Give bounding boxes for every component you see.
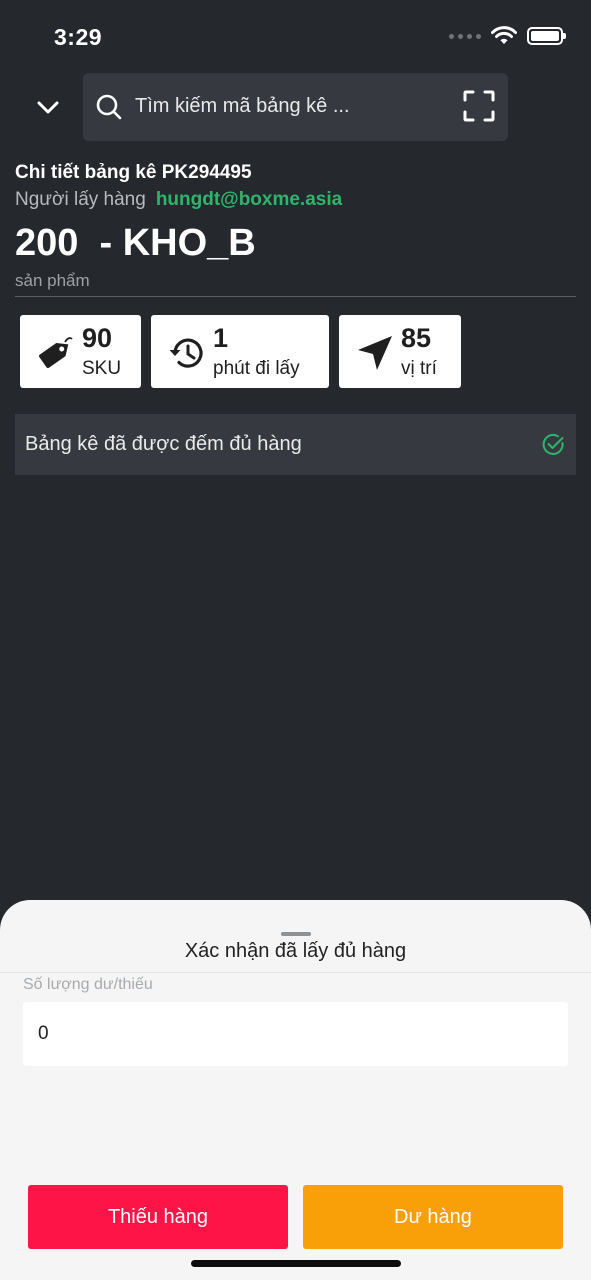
quantity-label: Số lượng dư/thiếu (23, 976, 153, 993)
history-clock-icon (169, 338, 203, 368)
product-count: 200 (15, 222, 79, 264)
navigation-arrow-icon (358, 336, 392, 370)
wifi-icon (491, 26, 517, 44)
price-tag-icon (38, 337, 73, 369)
short-button[interactable]: Thiếu hàng (28, 1185, 288, 1249)
stat-card-location: 85 vị trí (339, 315, 461, 388)
search-placeholder: Tìm kiếm mã bảng kê ... (135, 95, 350, 117)
cellular-signal-icon (449, 33, 481, 39)
confirm-bottom-sheet: Xác nhận đã lấy đủ hàng Số lượng dư/thiế… (0, 900, 591, 1280)
status-icons (449, 26, 566, 46)
warehouse-code: - KHO_B (78, 222, 256, 264)
sheet-drag-handle[interactable] (281, 932, 311, 936)
stat-value: 90 (82, 323, 113, 353)
picker-row: Người lấy hàng hungdt@boxme.asia (15, 189, 342, 211)
count-unit: sản phẩm (15, 271, 90, 290)
home-indicator (191, 1260, 401, 1267)
battery-icon (527, 27, 566, 45)
divider (15, 296, 576, 297)
search-icon (96, 94, 122, 120)
page-title: Chi tiết bảng kê PK294495 (15, 162, 252, 183)
stat-value: 85 (401, 323, 432, 353)
picker-email: hungdt@boxme.asia (155, 189, 343, 210)
collapse-button[interactable] (28, 88, 68, 128)
stat-label: phút đi lấy (213, 358, 300, 379)
quantity-input[interactable] (23, 1002, 568, 1066)
picker-label: Người lấy hàng (15, 189, 146, 210)
product-count-row: 200 - KHO_B (15, 222, 256, 265)
status-message: Bảng kê đã được đếm đủ hàng (15, 414, 576, 475)
search-input[interactable]: Tìm kiếm mã bảng kê ... (83, 73, 508, 141)
stat-card-time: 1 phút đi lấy (151, 315, 329, 388)
chevron-down-icon (37, 101, 59, 114)
stat-label: SKU (82, 358, 122, 379)
status-message-text: Bảng kê đã được đếm đủ hàng (25, 433, 302, 455)
stat-value: 1 (213, 323, 229, 353)
divider (0, 972, 591, 973)
stat-label: vị trí (401, 358, 437, 379)
scan-icon[interactable] (462, 89, 496, 123)
status-bar: 3:29 (0, 0, 591, 70)
status-time: 3:29 (54, 24, 103, 50)
over-button[interactable]: Dư hàng (303, 1185, 563, 1249)
check-circle-icon (542, 433, 564, 455)
stat-card-sku: 90 SKU (20, 315, 141, 388)
top-bar: Tìm kiếm mã bảng kê ... (0, 72, 591, 142)
sheet-title: Xác nhận đã lấy đủ hàng (184, 940, 407, 962)
